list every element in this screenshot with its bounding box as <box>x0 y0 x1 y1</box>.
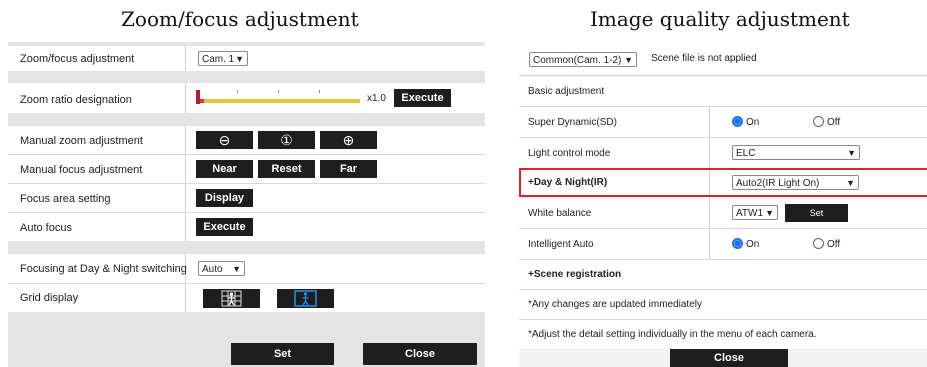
basic-adjustment-label: Basic adjustment <box>528 86 605 97</box>
note-row-2: *Adjust the detail setting individually … <box>519 320 927 349</box>
zoom-reset-button[interactable]: ① <box>258 131 315 149</box>
chevron-down-icon: ▼ <box>235 54 244 64</box>
zoom-ratio-slider[interactable] <box>196 88 360 108</box>
white-balance-label: White balance <box>528 208 592 219</box>
chevron-down-icon: ▼ <box>765 208 774 218</box>
day-night-row: +Day & Night(IR) Auto2(IR Light On) ▼ <box>519 168 927 197</box>
auto-focus-execute-button[interactable]: Execute <box>196 218 253 236</box>
image-quality-panel: Common(Cam. 1-2) ▼ Scene file is not appl… <box>519 42 927 367</box>
grid-person-icon <box>221 290 242 307</box>
zoom-focus-panel: Zoom/focus adjustment Cam. 1 ▼ Zoom ratio… <box>8 42 485 367</box>
note-updated-immediately: *Any changes are updated immediately <box>528 299 702 310</box>
zoom-in-icon: ⊕ <box>342 132 355 148</box>
auto-focus-label: Auto focus <box>20 222 72 234</box>
intelligent-auto-off-radio[interactable]: Off <box>813 238 840 250</box>
radio-empty-icon <box>813 238 824 249</box>
zoom-ratio-handle[interactable] <box>196 90 200 104</box>
manual-group: Manual zoom adjustment ⊖ ① ⊕ Manual focu… <box>8 126 485 241</box>
focus-far-button[interactable]: Far <box>320 160 377 178</box>
note-row-1: *Any changes are updated immediately <box>519 290 927 320</box>
zoom-in-button[interactable]: ⊕ <box>320 131 377 149</box>
zoom-focus-caption: Zoom/focus adjustment <box>121 7 359 31</box>
light-control-select[interactable]: ELC ▼ <box>732 145 860 160</box>
zoom-execute-button[interactable]: Execute <box>394 89 451 107</box>
zoom-one-icon: ① <box>280 132 293 148</box>
focus-area-display-button[interactable]: Display <box>196 189 253 207</box>
camera-select[interactable]: Cam. 1 ▼ <box>198 51 248 66</box>
zoom-ratio-track <box>196 99 360 103</box>
day-night-label: +Day & Night(IR) <box>528 177 608 188</box>
super-dynamic-row: Super Dynamic(SD) On Off <box>519 107 927 138</box>
grid-off-button[interactable] <box>203 289 260 308</box>
zoom-out-icon: ⊖ <box>218 132 231 148</box>
radio-empty-icon <box>813 116 824 127</box>
white-balance-value: ATW1 <box>736 208 764 219</box>
close-button[interactable]: Close <box>363 343 477 365</box>
common-camera-value: Common(Cam. 1-2) <box>533 55 622 66</box>
intelligent-auto-on-label: On <box>746 239 760 250</box>
scene-registration-row[interactable]: +Scene registration <box>519 260 927 290</box>
zoom-ratio-row: Zoom ratio designation x1.0 Execute <box>8 83 485 113</box>
manual-focus-label: Manual focus adjustment <box>20 164 143 176</box>
zoom-out-button[interactable]: ⊖ <box>196 131 253 149</box>
day-night-focus-label: Focusing at Day & Night switching <box>20 263 187 275</box>
super-dynamic-off-radio[interactable]: Off <box>813 116 840 128</box>
light-control-label: Light control mode <box>528 148 611 159</box>
person-icon <box>294 290 317 307</box>
zoom-focus-row: Zoom/focus adjustment Cam. 1 ▼ <box>8 46 485 71</box>
set-button[interactable]: Set <box>231 343 334 365</box>
scene-registration-label: +Scene registration <box>528 269 622 280</box>
zoom-ratio-value: x1.0 <box>367 93 386 104</box>
chevron-down-icon: ▼ <box>847 148 856 158</box>
focus-area-label: Focus area setting <box>20 193 111 205</box>
light-control-row: Light control mode ELC ▼ <box>519 138 927 169</box>
note-detail-setting: *Adjust the detail setting individually … <box>528 329 817 340</box>
intelligent-auto-on-radio[interactable]: On <box>732 238 759 250</box>
scene-status-text: Scene file is not applied <box>651 53 757 64</box>
chevron-down-icon: ▼ <box>232 264 241 274</box>
image-quality-caption: Image quality adjustment <box>590 7 850 31</box>
common-camera-select[interactable]: Common(Cam. 1-2) ▼ <box>529 52 637 67</box>
day-night-focus-value: Auto <box>202 264 223 275</box>
light-control-value: ELC <box>736 148 756 159</box>
white-balance-select[interactable]: ATW1 ▼ <box>732 205 778 220</box>
intelligent-auto-label: Intelligent Auto <box>528 239 594 250</box>
day-night-focus-select[interactable]: Auto ▼ <box>198 261 245 276</box>
zoom-focus-label: Zoom/focus adjustment <box>20 53 135 65</box>
super-dynamic-on-label: On <box>746 117 760 128</box>
radio-selected-icon <box>732 116 743 127</box>
close-button[interactable]: Close <box>670 349 788 367</box>
focus-near-button[interactable]: Near <box>196 160 253 178</box>
intelligent-auto-row: Intelligent Auto On Off <box>519 229 927 260</box>
manual-zoom-label: Manual zoom adjustment <box>20 135 143 147</box>
focus-grid-group: Focusing at Day & Night switching Auto ▼ … <box>8 254 485 312</box>
day-night-select[interactable]: Auto2(IR Light On) ▼ <box>732 175 859 190</box>
chevron-down-icon: ▼ <box>846 178 855 188</box>
super-dynamic-on-radio[interactable]: On <box>732 116 759 128</box>
basic-adjustment-row: Basic adjustment <box>519 77 927 107</box>
super-dynamic-label: Super Dynamic(SD) <box>528 117 617 128</box>
focus-reset-button[interactable]: Reset <box>258 160 315 178</box>
grid-on-button[interactable] <box>277 289 334 308</box>
camera-select-value: Cam. 1 <box>202 54 235 65</box>
day-night-value: Auto2(IR Light On) <box>736 178 820 189</box>
intelligent-auto-off-label: Off <box>827 239 841 250</box>
super-dynamic-off-label: Off <box>827 117 841 128</box>
camera-select-row: Common(Cam. 1-2) ▼ Scene file is not appl… <box>519 42 927 76</box>
radio-selected-icon <box>732 238 743 249</box>
grid-display-label: Grid display <box>20 292 79 304</box>
white-balance-set-button[interactable]: Set <box>785 204 848 222</box>
chevron-down-icon: ▼ <box>624 55 633 65</box>
white-balance-row: White balance ATW1 ▼ Set <box>519 198 927 229</box>
zoom-ratio-label: Zoom ratio designation <box>20 94 132 106</box>
